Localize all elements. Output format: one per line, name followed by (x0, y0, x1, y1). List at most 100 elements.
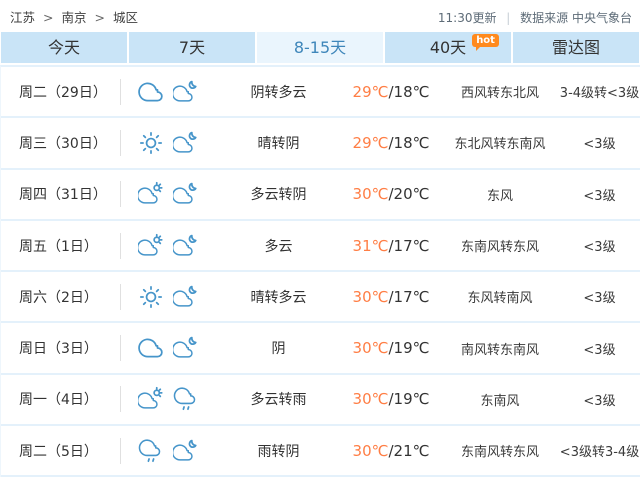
weather-text: 雨转阴 (216, 441, 341, 461)
forecast-row: 周六（2日） 晴转多云30℃/17℃东风转南风<3级 (1, 272, 640, 323)
tab-label: 今天 (48, 38, 80, 57)
weather-text: 多云转雨 (216, 389, 341, 409)
day-label: 周二（29日） (1, 82, 120, 102)
cloud-moon-icon (173, 438, 199, 464)
high-temp: 31℃ (353, 237, 389, 255)
high-temp: 30℃ (353, 288, 389, 306)
info-divider: | (506, 11, 510, 25)
cloud-sun-icon (138, 181, 164, 207)
forecast-row: 周日（3日）阴30℃/19℃南风转东南风<3级 (1, 323, 640, 374)
wind-level: <3级转3-4级 (559, 441, 640, 460)
tab-label: 7天 (179, 38, 205, 57)
low-temp: 17℃ (394, 237, 430, 255)
weather-text: 晴转多云 (216, 287, 341, 307)
wind-direction: 东风转南风 (441, 287, 559, 306)
tab-40day[interactable]: 40天 hot (385, 32, 511, 63)
cloud-rain-icon (138, 438, 164, 464)
forecast-row: 周五（1日）多云31℃/17℃东南风转东风<3级 (1, 221, 640, 272)
weather-text: 多云转阴 (216, 184, 341, 204)
day-label: 周二（5日） (1, 441, 120, 461)
temperature: 31℃/17℃ (341, 237, 441, 255)
weather-icons (121, 284, 216, 310)
temperature: 30℃/19℃ (341, 390, 441, 408)
tab-8-15day[interactable]: 8-15天 (257, 32, 383, 63)
cloud-icon (138, 79, 164, 105)
cloud-moon-icon (173, 335, 199, 361)
temperature: 30℃/17℃ (341, 288, 441, 306)
high-temp: 30℃ (353, 185, 389, 203)
day-label: 周六（2日） (1, 287, 120, 307)
weather-text: 阴转多云 (216, 82, 341, 102)
low-temp: 18℃ (394, 134, 430, 152)
wind-level: <3级 (559, 185, 640, 204)
weather-text: 晴转阴 (216, 133, 341, 153)
sun-icon (138, 130, 164, 156)
data-source: 数据来源 中央气象台 (520, 11, 632, 25)
day-label: 周四（31日） (1, 184, 120, 204)
forecast-row: 周三（30日）晴转阴29℃/18℃东北风转东南风<3级 (1, 118, 640, 169)
day-label: 周三（30日） (1, 133, 120, 153)
forecast-row: 周二（29日） 阴转多云29℃/18℃西风转东北风3-4级转<3级 (1, 67, 640, 118)
low-temp: 21℃ (394, 442, 430, 460)
day-label: 周一（4日） (1, 389, 120, 409)
high-temp: 30℃ (353, 390, 389, 408)
wind-direction: 西风转东北风 (441, 82, 559, 101)
breadcrumb: 江苏 > 南京 > 城区 (10, 7, 138, 26)
temperature: 29℃/18℃ (341, 134, 441, 152)
tab-today[interactable]: 今天 (1, 32, 127, 63)
cloud-moon-icon (173, 181, 199, 207)
breadcrumb-separator: > (43, 10, 53, 25)
cloud-moon-icon (173, 79, 199, 105)
sun-icon (138, 284, 164, 310)
tab-label: 雷达图 (552, 38, 600, 57)
low-temp: 17℃ (394, 288, 430, 306)
wind-direction: 南风转东南风 (441, 339, 559, 358)
low-temp: 19℃ (394, 390, 430, 408)
wind-direction: 东南风转东风 (441, 441, 559, 460)
weather-icons (121, 386, 216, 412)
cloud-sun-icon (138, 386, 164, 412)
temperature: 29℃/18℃ (341, 83, 441, 101)
breadcrumb-province[interactable]: 江苏 (10, 10, 35, 25)
wind-level: 3-4级转<3级 (559, 82, 640, 101)
wind-level: <3级 (559, 287, 640, 306)
day-label: 周五（1日） (1, 236, 120, 256)
low-temp: 19℃ (394, 339, 430, 357)
breadcrumb-district[interactable]: 城区 (113, 10, 138, 25)
cloud-sun-icon (138, 233, 164, 259)
high-temp: 29℃ (353, 83, 389, 101)
temperature: 30℃/21℃ (341, 442, 441, 460)
forecast-row: 周一（4日）多云转雨30℃/19℃东南风<3级 (1, 375, 640, 426)
breadcrumb-city[interactable]: 南京 (61, 10, 86, 25)
hot-badge: hot (472, 34, 499, 47)
day-label: 周日（3日） (1, 338, 120, 358)
high-temp: 29℃ (353, 134, 389, 152)
wind-level: <3级 (559, 339, 640, 358)
low-temp: 20℃ (394, 185, 430, 203)
top-bar: 江苏 > 南京 > 城区 11:30更新 | 数据来源 中央气象台 (0, 0, 640, 32)
weather-icons (121, 79, 216, 105)
wind-direction: 东风 (441, 185, 559, 204)
temperature: 30℃/19℃ (341, 339, 441, 357)
forecast-table: 周二（29日）阴转多云29℃/18℃西风转东北风3-4级转<3级周三（30日）晴… (0, 65, 640, 477)
tab-label: 40天 (430, 38, 466, 57)
tab-label: 8-15天 (294, 38, 346, 57)
low-temp: 18℃ (394, 83, 430, 101)
wind-level: <3级 (559, 390, 640, 409)
update-time: 11:30更新 (438, 11, 497, 25)
forecast-row: 周二（5日） 雨转阴30℃/21℃东南风转东风<3级转3-4级 (1, 426, 640, 477)
weather-text: 多云 (216, 236, 341, 256)
update-info: 11:30更新 | 数据来源 中央气象台 (438, 9, 632, 26)
breadcrumb-separator: > (94, 10, 104, 25)
cloud-icon (138, 335, 164, 361)
cloud-moon-icon (173, 233, 199, 259)
weather-icons (121, 181, 216, 207)
weather-icons (121, 438, 216, 464)
tab-7day[interactable]: 7天 (129, 32, 255, 63)
high-temp: 30℃ (353, 442, 389, 460)
tab-radar[interactable]: 雷达图 (513, 32, 639, 63)
temperature: 30℃/20℃ (341, 185, 441, 203)
wind-level: <3级 (559, 133, 640, 152)
forecast-row: 周四（31日） 多云转阴30℃/20℃东风<3级 (1, 170, 640, 221)
forecast-tabs: 今天 7天 8-15天 40天 hot 雷达图 (0, 32, 640, 63)
